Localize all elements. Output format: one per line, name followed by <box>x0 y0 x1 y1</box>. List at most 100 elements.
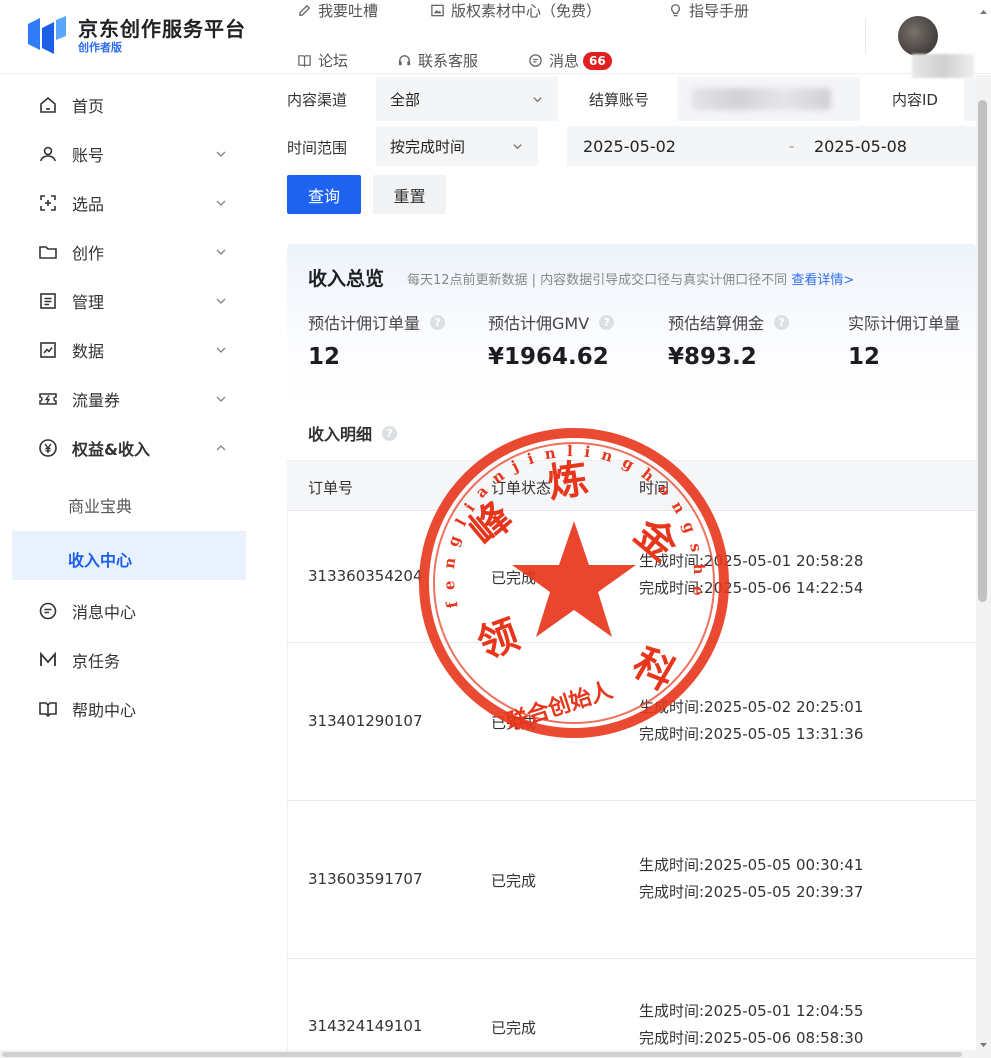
app-window: 京东创作服务平台 创作者版 我要吐槽 版权素材中心（免费） 指导手册 论坛 联系… <box>0 0 991 1058</box>
metric-label-est-gmv: 预估计佣GMV ? <box>488 310 615 334</box>
chevron-up-icon <box>216 445 226 451</box>
sidebar-item-label: 权益&收入 <box>72 440 150 459</box>
time-cell: 生成时间:2025-05-02 20:25:01 完成时间:2025-05-05… <box>639 694 863 748</box>
top-header: 京东创作服务平台 创作者版 我要吐槽 版权素材中心（免费） 指导手册 论坛 联系… <box>0 0 991 78</box>
sidebar-item-account[interactable]: 账号 <box>0 132 258 176</box>
sidebar-item-home[interactable]: 首页 <box>0 83 258 127</box>
sidebar-item-label: 消息中心 <box>72 603 137 622</box>
table-row[interactable]: 313401290107 已完成 生成时间:2025-05-02 20:25:0… <box>287 643 976 801</box>
brand-logo[interactable]: 京东创作服务平台 创作者版 <box>24 14 246 58</box>
header-link-label: 消息 <box>549 52 580 70</box>
channel-select-value: 全部 <box>390 90 421 109</box>
income-overview-card: 收入总览 每天12点前更新数据 | 内容数据引导成交口径与真实计佣口径不同 查看… <box>287 244 976 404</box>
content-id-label: 内容ID <box>892 91 938 109</box>
order-id-cell: 313401290107 <box>308 712 423 730</box>
metric-value-est-gmv: ¥1964.62 <box>488 344 609 370</box>
account-select[interactable] <box>677 77 860 121</box>
message-icon <box>39 602 57 620</box>
header-link-forum[interactable]: 论坛 <box>297 50 348 71</box>
sidebar-item-help[interactable]: 帮助中心 <box>0 687 258 731</box>
time-type-value: 按完成时间 <box>390 137 466 156</box>
coupon-icon <box>39 393 57 405</box>
sidebar: 首页 账号 选品 创作 管理 数据 流量券 权益&收入 商业宝典 收入中心 消息… <box>0 75 258 1058</box>
detail-table-header: 订单号 订单状态 时间 <box>287 460 976 511</box>
query-button[interactable]: 查询 <box>287 175 361 214</box>
metric-label-text: 实际计佣订单量 <box>848 314 961 333</box>
date-end[interactable]: 2025-05-08 <box>814 137 907 156</box>
scroll-up-arrow-icon[interactable] <box>979 8 988 17</box>
user-icon <box>40 146 56 162</box>
sidebar-subitem-income-center[interactable]: 收入中心 <box>68 547 132 571</box>
sidebar-item-message-center[interactable]: 消息中心 <box>0 589 258 633</box>
metric-label-text: 预估结算佣金 <box>668 314 765 333</box>
overview-title: 收入总览 <box>308 268 385 290</box>
time-type-select[interactable]: 按完成时间 <box>376 126 538 166</box>
sidebar-item-jd-task[interactable]: 京任务 <box>0 638 258 682</box>
blurred-account-value <box>691 88 831 110</box>
header-link-label: 我要吐槽 <box>318 2 379 20</box>
created-time: 生成时间:2025-05-02 20:25:01 <box>639 698 864 716</box>
table-row[interactable]: 313603591707 已完成 生成时间:2025-05-05 00:30:4… <box>287 801 976 959</box>
status-cell: 已完成 <box>491 1019 537 1037</box>
view-details-link[interactable]: 查看详情> <box>791 273 854 288</box>
status-cell: 已完成 <box>491 569 537 587</box>
order-id-cell: 313360354204 <box>308 567 423 585</box>
channel-select[interactable]: 全部 <box>376 77 558 121</box>
sidebar-item-data[interactable]: 数据 <box>0 328 258 372</box>
brand-title: 京东创作服务平台 <box>78 17 246 41</box>
order-id-cell: 314324149101 <box>308 1017 423 1035</box>
sidebar-item-label: 账号 <box>72 146 105 165</box>
status-cell: 已完成 <box>491 714 537 732</box>
reset-button[interactable]: 重置 <box>373 175 446 214</box>
header-link-service[interactable]: 联系客服 <box>397 50 478 71</box>
table-row[interactable]: 313360354204 已完成 生成时间:2025-05-01 20:58:2… <box>287 511 976 643</box>
open-book-icon <box>39 702 57 718</box>
header-link-feedback[interactable]: 我要吐槽 <box>297 0 378 21</box>
lightbulb-icon <box>671 4 680 17</box>
main-content: 内容渠道 全部 结算账号 内容ID 时间范围 按完成时间 2025-05-02 … <box>258 75 976 1058</box>
sidebar-subitem-business-guide[interactable]: 商业宝典 <box>68 493 132 517</box>
completed-time: 完成时间:2025-05-06 08:58:30 <box>639 1029 864 1047</box>
sidebar-item-manage[interactable]: 管理 <box>0 279 258 323</box>
completed-time: 完成时间:2025-05-05 13:31:36 <box>639 725 864 743</box>
account-label: 结算账号 <box>589 91 650 109</box>
chevron-down-icon <box>533 96 542 102</box>
completed-time: 完成时间:2025-05-06 14:22:54 <box>639 579 864 597</box>
table-row[interactable]: 314324149101 已完成 生成时间:2025-05-01 12:04:5… <box>287 959 976 1058</box>
image-icon <box>431 4 444 17</box>
help-circle-icon[interactable]: ? <box>382 425 398 441</box>
income-detail-title: 收入明细 ? <box>308 421 398 445</box>
header-divider <box>865 18 866 54</box>
chevron-down-icon <box>513 143 522 149</box>
help-circle-icon[interactable]: ? <box>430 314 446 330</box>
help-circle-icon[interactable]: ? <box>774 314 790 330</box>
chat-icon <box>529 54 542 67</box>
channel-label: 内容渠道 <box>287 91 348 109</box>
help-circle-icon[interactable]: ? <box>599 314 615 330</box>
scan-plus-icon <box>40 195 56 211</box>
sidebar-item-coupon[interactable]: 流量券 <box>0 377 258 421</box>
header-link-copyright[interactable]: 版权素材中心（免费） <box>430 0 601 21</box>
sidebar-item-label: 京任务 <box>72 652 121 671</box>
date-start[interactable]: 2025-05-02 <box>583 137 676 156</box>
date-range-picker[interactable]: 2025-05-02 - 2025-05-08 <box>567 126 976 166</box>
metric-value-actual-orders: 12 <box>848 344 881 370</box>
header-link-messages[interactable]: 消息 66 <box>528 50 612 71</box>
header-link-guide[interactable]: 指导手册 <box>668 0 749 21</box>
date-separator: - <box>789 137 795 155</box>
sidebar-item-selection[interactable]: 选品 <box>0 181 258 225</box>
chevron-down-icon <box>216 249 226 255</box>
content-id-input[interactable] <box>964 77 976 121</box>
sidebar-item-label: 流量券 <box>72 391 121 410</box>
sidebar-item-earnings[interactable]: 权益&收入 <box>0 426 258 470</box>
user-avatar[interactable] <box>898 16 938 56</box>
list-icon <box>40 293 56 309</box>
chevron-down-icon <box>216 298 226 304</box>
scroll-down-arrow-icon[interactable] <box>979 1040 988 1049</box>
time-range-label: 时间范围 <box>287 139 348 157</box>
vertical-scroll-thumb[interactable] <box>978 100 987 602</box>
horizontal-scroll-thumb[interactable] <box>2 1052 962 1057</box>
metric-label-actual-orders: 实际计佣订单量 <box>848 310 960 334</box>
sidebar-item-create[interactable]: 创作 <box>0 230 258 274</box>
overview-note-text: 每天12点前更新数据 | 内容数据引导成交口径与真实计佣口径不同 <box>407 273 788 288</box>
